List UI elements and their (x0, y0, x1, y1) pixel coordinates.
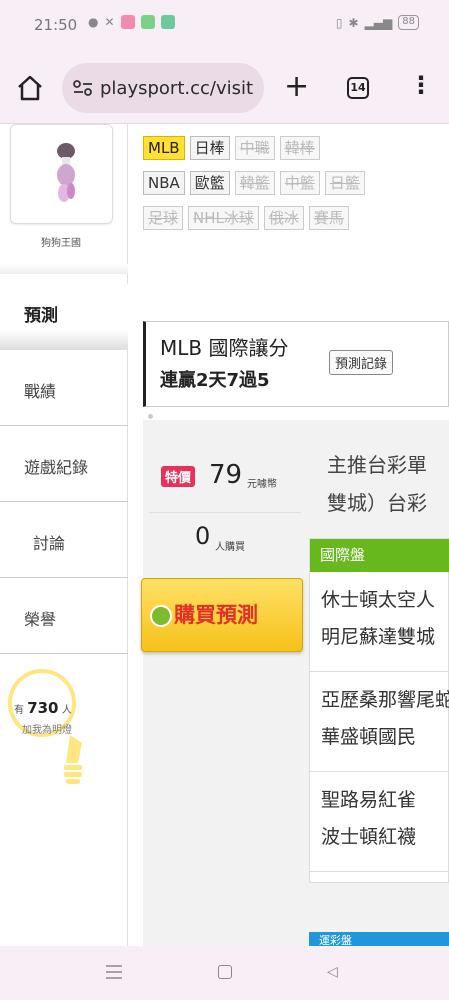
pick-title: 主推台彩單 雙城）台彩 (327, 453, 427, 515)
bluetooth-icon: ✱ (348, 15, 359, 30)
avatar[interactable] (10, 124, 113, 224)
league-row: 足球 NHL冰球 俄冰 賽馬 (143, 206, 443, 230)
team-name: 休士頓太空人 (321, 589, 436, 611)
system-nav-bar: ◁ (0, 946, 449, 1000)
page-content: 狗狗王國 預測 戰績 遊戲紀錄 討論 榮譽 有 730 人 加我為明燈 MLB 日… (0, 124, 449, 946)
league-tag: 日籃 (324, 171, 365, 195)
sidebar-item-game-log[interactable]: 遊戲紀錄 (0, 426, 128, 502)
home-nav-icon[interactable] (218, 965, 232, 979)
price-value: 79 (209, 460, 243, 490)
offer-panel: 特價 79 元噱幣 0 人購買 購買預測 (141, 420, 303, 680)
team-name: 華盛頓國民 (321, 726, 417, 748)
username: 狗狗王國 (41, 238, 81, 249)
signal-icon: ▂▄▆ (364, 15, 393, 30)
tab-switcher-button[interactable]: 14 (347, 77, 369, 99)
avatar-figure-icon (57, 143, 75, 202)
lightbulb-icon (64, 735, 82, 784)
special-price-badge: 特價 (161, 466, 196, 487)
league-selector: MLB 日棒 中職 韓棒 NBA 歐籃 韓籃 中籃 日籃 足球 NHL冰球 俄冰 賽馬 (143, 136, 443, 241)
league-tag[interactable]: NBA (143, 171, 185, 195)
league-tag[interactable]: 日棒 (189, 136, 230, 160)
app-icon (140, 15, 155, 29)
team-name: 波士頓紅襪 (321, 826, 417, 848)
prediction-record-button[interactable]: 預測記錄 (329, 350, 394, 375)
new-tab-icon[interactable]: + (284, 72, 309, 102)
team-name: 聖路易紅雀 (321, 789, 417, 811)
vibrate-icon: ▯ (335, 15, 343, 30)
sidebar-tab-predictions[interactable]: 預測 (0, 284, 128, 350)
team-name: 亞歷桑那響尾蛇 (321, 689, 449, 711)
fans-count-text: 有 730 人 (14, 699, 72, 717)
league-tag: 足球 (143, 206, 184, 230)
app-icon (160, 15, 175, 29)
url-text: playsport.cc/visit (100, 77, 254, 99)
league-tag: NHL冰球 (188, 206, 259, 230)
team-name: 明尼蘇達雙城 (321, 626, 436, 648)
status-bar: 21:50 ● ✕ ▯ ✱ ▂▄▆ 88 (0, 0, 449, 50)
recent-apps-icon[interactable] (106, 965, 122, 979)
site-settings-icon[interactable] (72, 79, 94, 97)
overflow-menu-icon[interactable]: ⋮ (409, 72, 433, 98)
win-streak: 連贏2天7過5 (160, 370, 270, 391)
section-header: 國際盤 (310, 539, 449, 572)
coin-icon (150, 605, 172, 627)
league-row: NBA 歐籃 韓籃 中籃 日籃 (143, 171, 443, 195)
league-tag: 韓棒 (279, 136, 320, 160)
league-tag[interactable]: MLB (143, 136, 185, 160)
league-tag: 中籃 (279, 171, 320, 195)
chat-icon: ● (88, 15, 99, 29)
league-tag: 中職 (234, 136, 275, 160)
buyers-count: 0 (195, 522, 211, 550)
system-icons: ▯ ✱ ▂▄▆ 88 (336, 15, 419, 30)
match-row: 亞歷桑那響尾蛇 華盛頓國民 (310, 672, 449, 772)
section-header: 運彩盤 (309, 932, 449, 946)
address-bar[interactable]: playsport.cc/visit (62, 63, 264, 113)
league-tag[interactable]: 歐籃 (189, 171, 230, 195)
battery-icon: 88 (398, 15, 419, 30)
fans-count: 730 (27, 699, 59, 717)
divider-dot (148, 414, 153, 419)
sidebar-item-honors[interactable]: 榮譽 (0, 578, 128, 654)
home-icon[interactable] (14, 72, 46, 104)
sidebar-item-record[interactable]: 戰績 (0, 350, 128, 426)
browser-toolbar: playsport.cc/visit + 14 ⋮ (0, 50, 449, 124)
price-unit: 元噱幣 (247, 479, 277, 490)
notification-icons: ● ✕ (88, 15, 175, 29)
app-icon: ✕ (104, 15, 115, 29)
buy-button-label: 購買預測 (174, 603, 258, 627)
user-sidebar: 狗狗王國 預測 戰績 遊戲紀錄 討論 榮譽 有 730 人 加我為明燈 (0, 124, 128, 946)
match-row: 休士頓太空人 明尼蘇達雙城 (310, 572, 449, 672)
buyers-unit: 人購買 (215, 542, 245, 553)
league-tag: 韓籃 (234, 171, 275, 195)
follow-lamp-widget[interactable]: 有 730 人 加我為明燈 (8, 669, 98, 799)
league-row: MLB 日棒 中職 韓棒 (143, 136, 443, 160)
page-title: MLB 國際讓分 (160, 336, 289, 360)
match-row: 聖路易紅雀 波士頓紅襪 (310, 772, 449, 872)
pick-list: 國際盤 休士頓太空人 明尼蘇達雙城 亞歷桑那響尾蛇 華盛頓國民 聖路易紅雀 波士… (309, 538, 449, 883)
league-tag: 賽馬 (308, 206, 349, 230)
divider (0, 264, 128, 274)
status-time: 21:50 (34, 16, 78, 34)
prediction-header: MLB 國際讓分 連贏2天7過5 預測記錄 (143, 321, 449, 407)
sidebar-item-discussion[interactable]: 討論 (0, 502, 128, 578)
buy-prediction-button[interactable]: 購買預測 (141, 578, 303, 652)
back-icon[interactable]: ◁ (327, 964, 338, 980)
league-tag: 俄冰 (263, 206, 304, 230)
app-icon (120, 15, 135, 29)
divider (149, 512, 301, 513)
